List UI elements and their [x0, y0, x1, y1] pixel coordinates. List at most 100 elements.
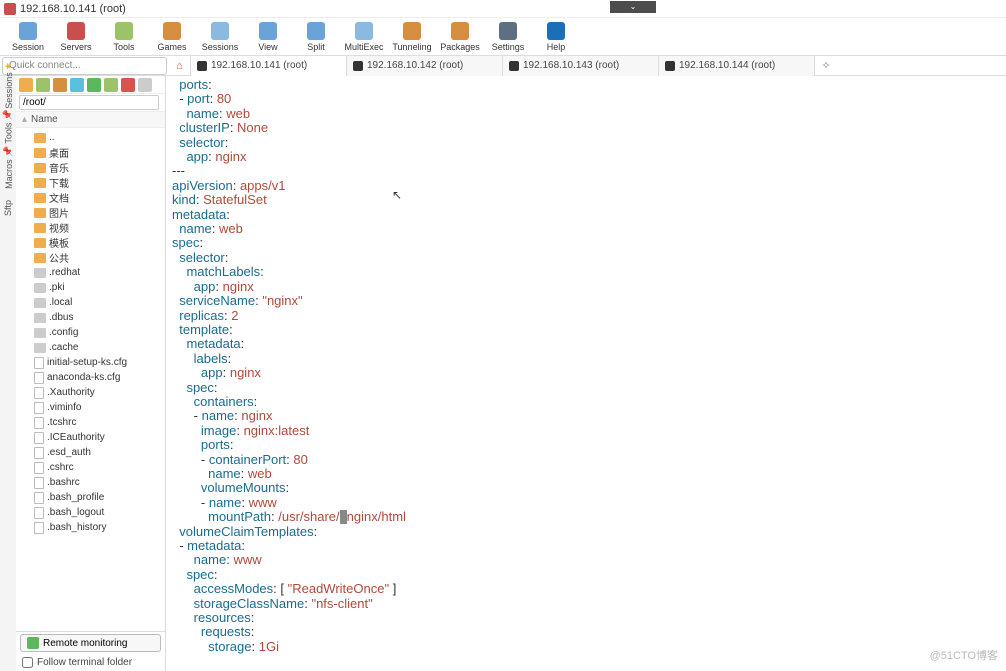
toolbar-label: Tools	[113, 42, 134, 52]
home-tab[interactable]: ⌂	[169, 56, 191, 76]
vtab-tools[interactable]: Tools 📌	[3, 109, 14, 143]
folder-hidden-icon	[34, 298, 46, 308]
vtab-sessions[interactable]: Sessions ★	[3, 62, 14, 109]
tree-item[interactable]: 文档	[16, 190, 165, 205]
tree-item[interactable]: .bashrc	[16, 475, 165, 490]
tree-item[interactable]: .bash_profile	[16, 490, 165, 505]
toolbar-tunneling[interactable]: Tunneling	[390, 22, 434, 52]
tunneling-icon	[403, 22, 421, 40]
tree-item[interactable]: .cache	[16, 340, 165, 355]
session-tab[interactable]: 192.168.10.142 (root)	[347, 56, 503, 76]
tree-item[interactable]: 音乐	[16, 160, 165, 175]
more-icon[interactable]	[138, 78, 152, 92]
tree-item[interactable]: .bash_logout	[16, 505, 165, 520]
follow-terminal-input[interactable]	[22, 657, 33, 668]
toolbar-packages[interactable]: Packages	[438, 22, 482, 52]
tree-item-label: 图片	[49, 205, 69, 220]
nav-up-icon[interactable]	[19, 78, 33, 92]
props-icon[interactable]	[104, 78, 118, 92]
titlebar-buttons: ⌄	[610, 0, 656, 13]
delete-icon[interactable]	[121, 78, 135, 92]
sort-icon[interactable]: ▴	[22, 114, 27, 125]
tree-item-label: .bash_history	[47, 522, 106, 533]
tree-item[interactable]: 模板	[16, 235, 165, 250]
tree-item[interactable]: 公共	[16, 250, 165, 265]
download-icon[interactable]	[87, 78, 101, 92]
tree-item[interactable]: .esd_auth	[16, 445, 165, 460]
toolbar-games[interactable]: Games	[150, 22, 194, 52]
remote-monitoring-button[interactable]: Remote monitoring	[20, 634, 161, 652]
tree-item[interactable]: 视频	[16, 220, 165, 235]
toolbar-multiexec[interactable]: MultiExec	[342, 22, 386, 52]
quick-connect-placeholder: Quick connect...	[9, 60, 81, 71]
refresh-icon[interactable]	[36, 78, 50, 92]
toolbar-label: Tunneling	[392, 42, 431, 52]
tree-item[interactable]: .ICEauthority	[16, 430, 165, 445]
folder-hidden-icon	[34, 313, 46, 323]
session-icon	[19, 22, 37, 40]
multiexec-icon	[355, 22, 373, 40]
file-icon	[34, 387, 44, 399]
file-tree[interactable]: ..桌面音乐下载文档图片视频模板公共.redhat.pki.local.dbus…	[16, 128, 165, 631]
path-input[interactable]	[19, 95, 159, 110]
folder-icon	[34, 193, 46, 203]
tree-item[interactable]: 下载	[16, 175, 165, 190]
tree-item[interactable]: .pki	[16, 280, 165, 295]
tree-item[interactable]: ..	[16, 130, 165, 145]
tree-item[interactable]: initial-setup-ks.cfg	[16, 355, 165, 370]
file-icon	[34, 432, 44, 444]
tree-item[interactable]: 桌面	[16, 145, 165, 160]
quick-connect-input[interactable]: Quick connect...	[2, 57, 167, 75]
tree-item[interactable]: 图片	[16, 205, 165, 220]
tree-item[interactable]: .Xauthority	[16, 385, 165, 400]
file-icon	[34, 462, 44, 474]
sftp-sidebar: ▴ Name ..桌面音乐下载文档图片视频模板公共.redhat.pki.loc…	[16, 76, 166, 671]
session-tab[interactable]: 192.168.10.143 (root)	[503, 56, 659, 76]
toolbar-session[interactable]: Session	[6, 22, 50, 52]
toolbar-help[interactable]: Help	[534, 22, 578, 52]
tree-item[interactable]: .bash_history	[16, 520, 165, 535]
folder-icon	[34, 208, 46, 218]
toolbar-settings[interactable]: Settings	[486, 22, 530, 52]
folder-icon	[34, 223, 46, 233]
help-icon	[547, 22, 565, 40]
new-folder-icon[interactable]	[53, 78, 67, 92]
sidebar-bottom: Remote monitoring Follow terminal folder	[16, 631, 165, 671]
packages-icon	[451, 22, 469, 40]
tree-item[interactable]: .local	[16, 295, 165, 310]
follow-terminal-checkbox[interactable]: Follow terminal folder	[16, 654, 165, 671]
session-tabs: ⌂ 192.168.10.141 (root) 192.168.10.142 (r…	[169, 56, 1006, 76]
tree-item[interactable]: anaconda-ks.cfg	[16, 370, 165, 385]
folder-icon	[34, 178, 46, 188]
upload-icon[interactable]	[70, 78, 84, 92]
name-column-header[interactable]: Name	[31, 114, 58, 125]
main-area: Sessions ★Tools 📌Macros 📌Sftp ▴ Name ..桌…	[0, 76, 1006, 671]
tree-item[interactable]: .redhat	[16, 265, 165, 280]
toolbar-servers[interactable]: Servers	[54, 22, 98, 52]
new-tab-button[interactable]: ✧	[815, 56, 837, 76]
toolbar-label: Split	[307, 42, 325, 52]
tree-item[interactable]: .tcshrc	[16, 415, 165, 430]
tab-label: 192.168.10.141 (root)	[211, 60, 307, 71]
tree-item-label: 模板	[49, 235, 69, 250]
titlebar-dropdown-button[interactable]: ⌄	[610, 1, 656, 13]
toolbar-tools[interactable]: Tools	[102, 22, 146, 52]
vtab-macros[interactable]: Macros 📌	[3, 146, 14, 189]
tree-item[interactable]: .config	[16, 325, 165, 340]
tree-item-label: initial-setup-ks.cfg	[47, 357, 127, 368]
tree-item[interactable]: .cshrc	[16, 460, 165, 475]
toolbar-split[interactable]: Split	[294, 22, 338, 52]
file-icon	[34, 402, 44, 414]
sessions-icon	[211, 22, 229, 40]
tree-item[interactable]: .viminfo	[16, 400, 165, 415]
toolbar-label: Session	[12, 42, 44, 52]
terminal-pane[interactable]: ports: - port: 80 name: web clusterIP: N…	[166, 76, 1006, 671]
terminal-icon	[197, 61, 207, 71]
toolbar-sessions[interactable]: Sessions	[198, 22, 242, 52]
vtab-sftp[interactable]: Sftp	[3, 200, 13, 216]
toolbar-view[interactable]: View	[246, 22, 290, 52]
tree-item[interactable]: .dbus	[16, 310, 165, 325]
tree-item-label: .viminfo	[47, 402, 81, 413]
session-tab[interactable]: 192.168.10.141 (root)	[191, 56, 347, 76]
session-tab[interactable]: 192.168.10.144 (root)	[659, 56, 815, 76]
